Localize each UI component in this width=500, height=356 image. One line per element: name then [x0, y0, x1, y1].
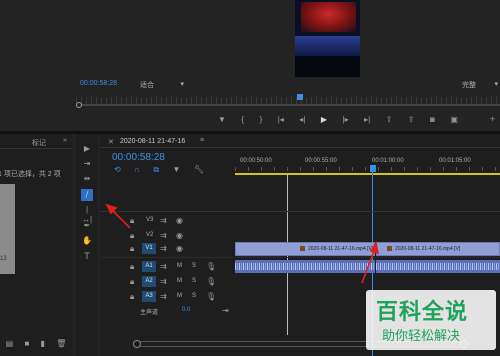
red-arrow-right	[361, 240, 380, 284]
watermark: 百科全说 助你轻松解决	[366, 290, 496, 350]
watermark-title: 百科全说	[376, 299, 469, 324]
red-arrow-left	[105, 203, 131, 229]
watermark-subtitle: 助你轻松解决	[382, 328, 461, 343]
